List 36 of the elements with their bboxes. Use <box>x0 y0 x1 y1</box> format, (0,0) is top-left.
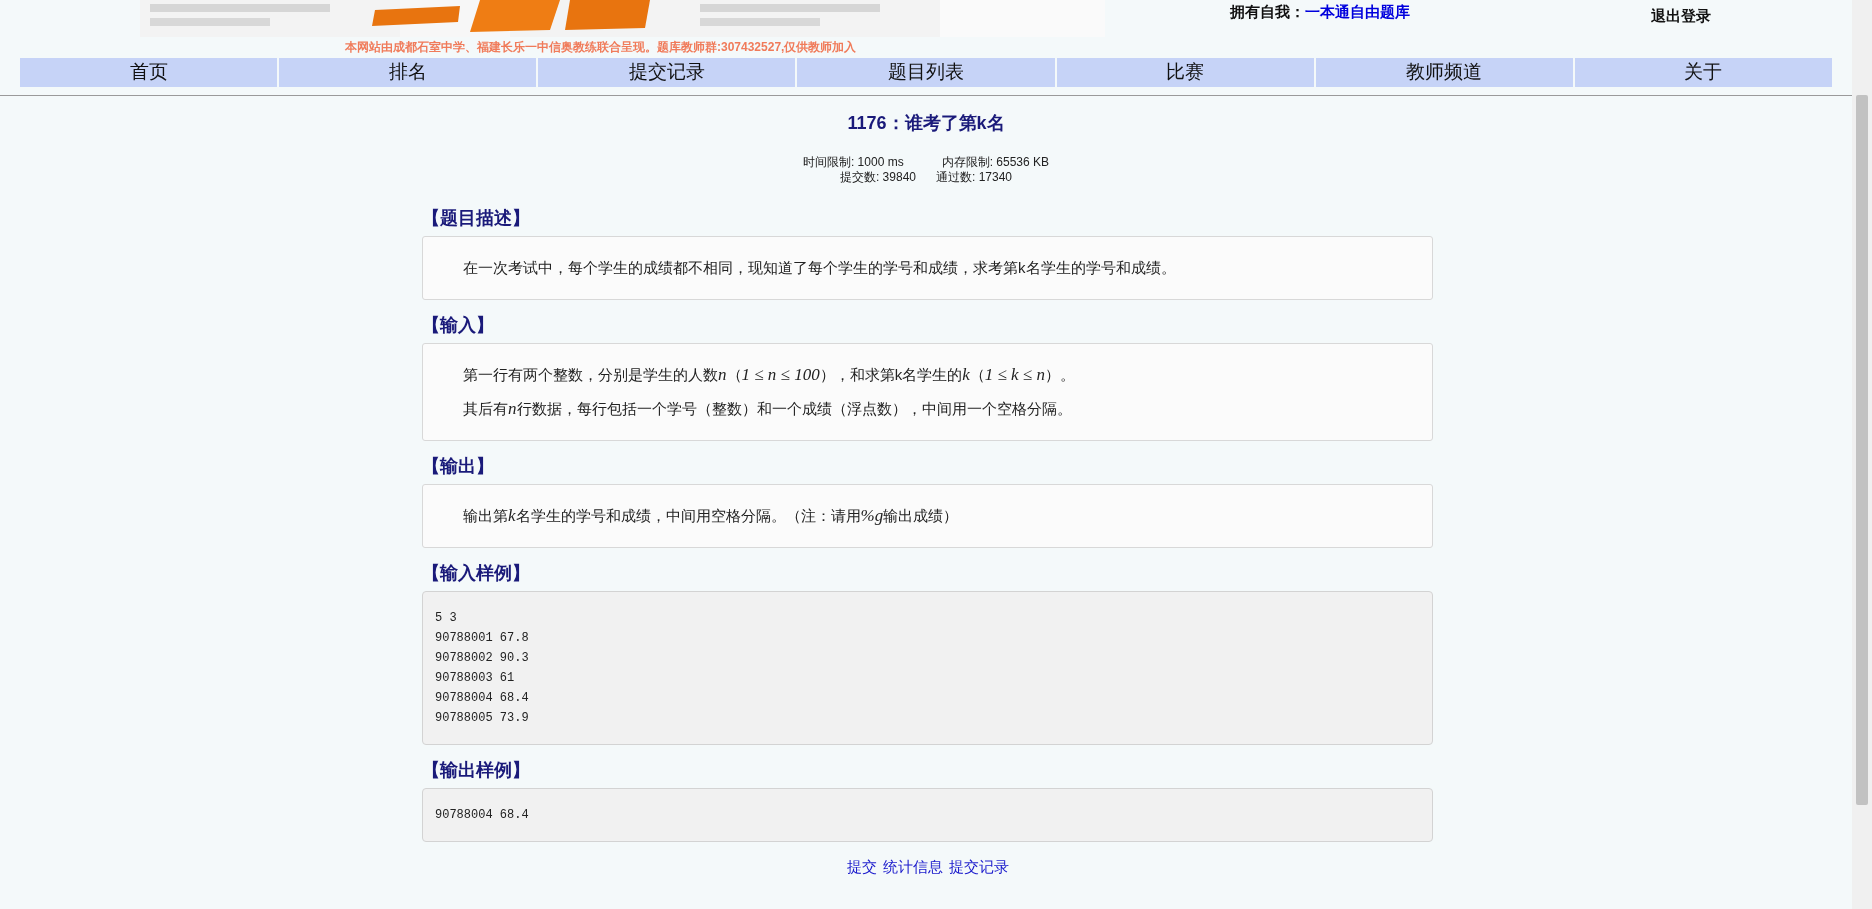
section-heading: 【输出】 <box>422 455 495 478</box>
scrollbar[interactable] <box>1852 0 1872 909</box>
library-link[interactable]: 一本通自由题库 <box>1305 1 1410 24</box>
footer-link[interactable]: 提交记录 <box>948 856 1009 879</box>
section-heading: 【输入样例】 <box>422 562 531 585</box>
submission-count: 提交数: 39840 <box>839 170 916 185</box>
paragraph: 输出第k名学生的学号和成绩，中间用空格分隔。（注：请用%g输出成绩） <box>463 505 960 527</box>
paragraph: 第一行有两个整数，分别是学生的人数n（1 ≤ n ≤ 100），和求第k名学生的k（1 ≤ k ≤ n）。 <box>463 364 1076 386</box>
code-line: 5 3 <box>435 610 458 627</box>
nav-tab[interactable]: 关于 <box>1574 58 1832 87</box>
nav-tab[interactable]: 排名 <box>279 58 537 87</box>
library-label: 拥有自我： <box>1230 2 1305 22</box>
site-notice: 本网站由成都石室中学、福建长乐一中信奥教练联合呈现。题库教师群:307432527,仅供教师加入 <box>345 39 857 56</box>
code-line: 90788004 68.4 <box>435 690 530 707</box>
nav-tab[interactable]: 比赛 <box>1056 58 1314 87</box>
section-heading: 【输入】 <box>422 314 495 337</box>
paragraph: 其后有n行数据，每行包括一个学号（整数）和一个成绩（浮点数），中间用一个空格分隔。 <box>463 398 1073 420</box>
section-heading: 【输出样例】 <box>422 759 531 782</box>
memory-limit: 内存限制: 65536 KB <box>941 155 1050 170</box>
problem-title: 1176：谁考了第k名 <box>847 112 1005 135</box>
code-line: 90788003 61 <box>435 670 516 687</box>
nav-tab[interactable]: 首页 <box>20 58 278 87</box>
code-line: 90788004 68.4 <box>435 807 530 824</box>
code-line: 90788005 73.9 <box>435 710 530 727</box>
nav-tab[interactable]: 题目列表 <box>797 58 1055 87</box>
section-heading: 【题目描述】 <box>422 207 531 230</box>
logout-link[interactable]: 退出登录 <box>1651 5 1711 28</box>
footer-link[interactable]: 提交 <box>846 856 877 879</box>
nav-tab[interactable]: 教师频道 <box>1315 58 1573 87</box>
code-line: 90788002 90.3 <box>435 650 530 667</box>
accepted-count: 通过数: 17340 <box>936 170 1013 185</box>
code-line: 90788001 67.8 <box>435 630 530 647</box>
nav-tab[interactable]: 提交记录 <box>538 58 796 87</box>
time-limit: 时间限制: 1000 ms <box>802 155 904 170</box>
paragraph: 在一次考试中，每个学生的成绩都不相同，现知道了每个学生的学号和成绩，求考第k名学生的学号和成绩。 <box>463 258 1177 278</box>
footer-link[interactable]: 统计信息 <box>882 856 943 879</box>
